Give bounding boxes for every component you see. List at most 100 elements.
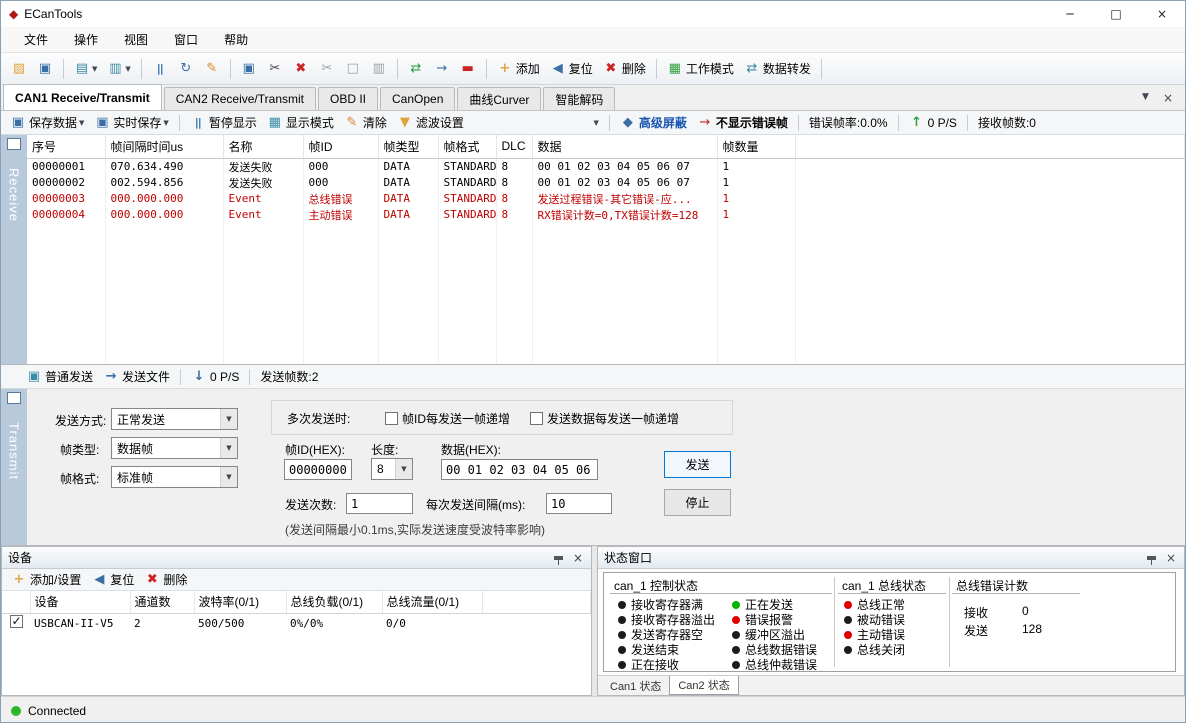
table-row-error[interactable]: 00000004000.000.000Event主动错误DATASTANDARD… [27, 207, 1185, 223]
device-checkbox[interactable] [10, 615, 23, 628]
tab-smart-decode[interactable]: 智能解码 [543, 87, 615, 110]
document-button[interactable]: □ [341, 57, 365, 81]
receive-side-strip[interactable]: Receive [1, 135, 27, 364]
refresh-button[interactable]: ↻ [174, 57, 198, 81]
tab-close-icon[interactable]: × [1163, 92, 1173, 104]
send-button[interactable]: 发送 [664, 451, 731, 478]
col-baudrate[interactable]: 波特率(0/1) [194, 591, 286, 613]
close-button[interactable]: × [1139, 1, 1185, 27]
menu-operate[interactable]: 操作 [61, 27, 111, 52]
advanced-mask-button[interactable]: ◆高级屏蔽 [616, 113, 691, 133]
pin-icon[interactable] [554, 556, 563, 560]
chart-button[interactable]: ▥ [367, 57, 391, 81]
pause-button[interactable]: || [148, 57, 172, 81]
delete-button[interactable]: ✖删除 [599, 57, 650, 81]
increment-id-checkbox[interactable]: 帧ID每发送一帧递增 [385, 410, 510, 425]
send-times-input[interactable] [346, 493, 413, 514]
col-frame-type[interactable]: 帧类型 [378, 135, 438, 158]
save-icon: ▣ [37, 61, 53, 77]
panel-collapse-icon[interactable] [7, 138, 21, 150]
save-data-button[interactable]: ▣保存数据▼ [6, 113, 88, 133]
length-select[interactable]: 8▼ [371, 458, 413, 480]
col-count[interactable]: 帧数量 [717, 135, 795, 158]
device-reset-button[interactable]: ◀复位 [87, 570, 138, 590]
menu-window[interactable]: 窗口 [161, 27, 211, 52]
tab-canopen[interactable]: CanOpen [380, 87, 455, 110]
col-channels[interactable]: 通道数 [130, 591, 194, 613]
work-mode-button[interactable]: ▦工作模式 [663, 57, 738, 81]
data-hex-input[interactable] [441, 459, 598, 480]
tab-can2-receive-transmit[interactable]: CAN2 Receive/Transmit [164, 87, 316, 110]
reset-button[interactable]: ◀复位 [546, 57, 597, 81]
data-forward-button[interactable]: ⇄数据转发 [740, 57, 815, 81]
menu-view[interactable]: 视图 [111, 27, 161, 52]
close-panel-icon[interactable]: × [1166, 552, 1176, 564]
frame-type-select[interactable]: 数据帧▼ [111, 437, 238, 459]
menu-help[interactable]: 帮助 [211, 27, 261, 52]
table-row[interactable]: 00000001070.634.490发送失败000DATASTANDARD80… [27, 158, 1185, 175]
remove-button[interactable]: ▬ [456, 57, 480, 81]
col-name[interactable]: 名称 [223, 135, 303, 158]
normal-send-button[interactable]: ▣普通发送 [6, 367, 97, 387]
frame-format-select[interactable]: 标准帧▼ [111, 466, 238, 488]
save-file-button[interactable]: ▣ [33, 57, 57, 81]
edit-button[interactable]: ✎ [200, 57, 224, 81]
frame-id-input[interactable] [284, 459, 352, 480]
increment-data-checkbox[interactable]: 发送数据每发送一帧递增 [530, 410, 679, 425]
toolbar-separator [230, 59, 231, 79]
tab-can2-status[interactable]: Can2 状态 [669, 676, 738, 695]
filter-settings-label: 滤波设置 [416, 114, 464, 131]
cut-disabled-button[interactable]: ✂ [315, 57, 339, 81]
col-data[interactable]: 数据 [532, 135, 717, 158]
send-interval-input[interactable] [546, 493, 612, 514]
display-mode-button[interactable]: ▦显示模式 [263, 113, 338, 133]
save-data-label: 保存数据 [29, 114, 77, 131]
tab-obd2[interactable]: OBD II [318, 87, 378, 110]
transmit-side-strip[interactable]: Transmit [1, 389, 27, 545]
swap-button[interactable]: ⇄ [404, 57, 428, 81]
filter-settings-dropdown[interactable]: ▼滤波设置▼ [393, 113, 603, 133]
send-file-button[interactable]: →发送文件 [99, 367, 174, 387]
col-bus-load[interactable]: 总线负载(0/1) [286, 591, 382, 613]
maximize-button[interactable]: □ [1093, 1, 1139, 27]
col-interval[interactable]: 帧间隔时间us [105, 135, 223, 158]
col-bus-flow[interactable]: 总线流量(0/1) [382, 591, 482, 613]
stop-button[interactable]: 停止 [664, 489, 731, 516]
col-device[interactable]: 设备 [30, 591, 130, 613]
send-mode-select[interactable]: 正常发送▼ [111, 408, 238, 430]
tab-list-chevron-icon[interactable]: ▼ [1142, 92, 1149, 104]
cut-button[interactable]: ✂ [263, 57, 287, 81]
col-filler [795, 135, 1185, 158]
device-row[interactable]: USBCAN-II-V5 2 500/500 0%/0% 0/0 [2, 613, 591, 633]
col-seq[interactable]: 序号 [27, 135, 105, 158]
clear-button[interactable]: ✎清除 [340, 113, 391, 133]
device-delete-button[interactable]: ✖删除 [140, 570, 191, 590]
open-file-button[interactable]: ▨ [7, 57, 31, 81]
hide-error-frames-button[interactable]: →不显示错误帧 [693, 113, 792, 133]
receive-rate-indicator: ↑0 P/S [905, 113, 961, 133]
pause-display-button[interactable]: ||暂停显示 [186, 113, 261, 133]
tab-can1-receive-transmit[interactable]: CAN1 Receive/Transmit [3, 84, 162, 110]
minimize-button[interactable]: ─ [1047, 1, 1093, 27]
panel-collapse-icon[interactable] [7, 392, 21, 404]
delete-mark-button[interactable]: ✖ [289, 57, 313, 81]
table-row[interactable]: 00000002002.594.856发送失败000DATASTANDARD80… [27, 175, 1185, 191]
transfer-button[interactable]: → [430, 57, 454, 81]
add-button[interactable]: +添加 [493, 57, 544, 81]
record-dropdown-a[interactable]: ▤▼ [70, 57, 101, 81]
status-item-label: 正在接收 [631, 656, 679, 673]
device-add-setting-button[interactable]: +添加/设置 [7, 570, 85, 590]
tab-curver[interactable]: 曲线Curver [457, 87, 541, 110]
paste-button[interactable]: ▣ [237, 57, 261, 81]
col-dlc[interactable]: DLC [496, 135, 532, 158]
tab-can1-status[interactable]: Can1 状态 [602, 676, 669, 695]
col-frame-format[interactable]: 帧格式 [438, 135, 496, 158]
pin-icon[interactable] [1147, 556, 1156, 560]
hide-error-frames-label: 不显示错误帧 [716, 114, 788, 131]
table-row-error[interactable]: 00000003000.000.000Event总线错误DATASTANDARD… [27, 191, 1185, 207]
close-panel-icon[interactable]: × [573, 552, 583, 564]
realtime-save-button[interactable]: ▣实时保存▼ [90, 113, 172, 133]
col-frame-id[interactable]: 帧ID [303, 135, 378, 158]
record-dropdown-b[interactable]: ▥▼ [103, 57, 134, 81]
menu-file[interactable]: 文件 [11, 27, 61, 52]
